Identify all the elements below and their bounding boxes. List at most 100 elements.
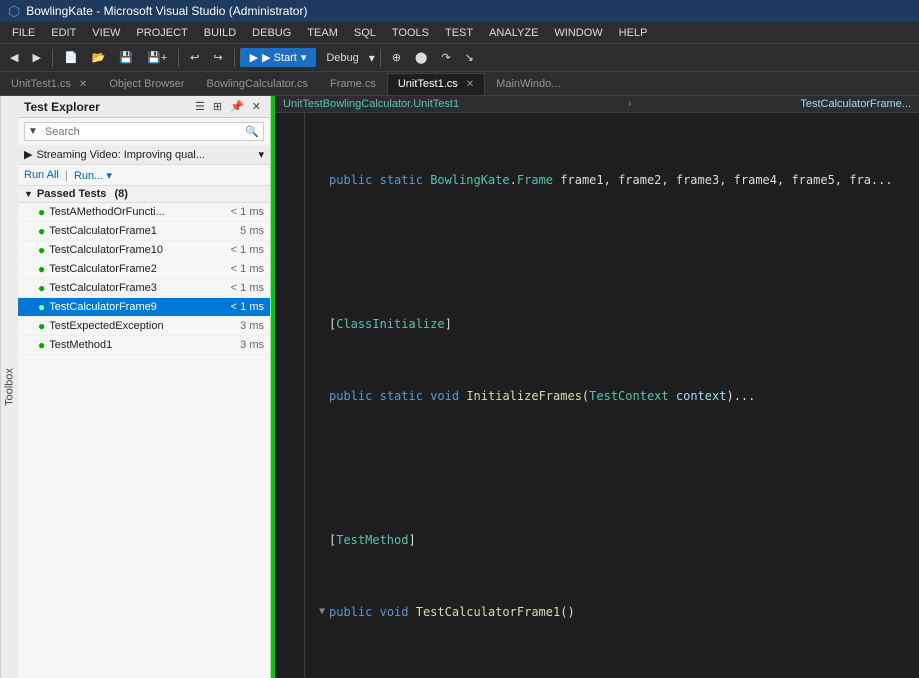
- toolbox-tab[interactable]: Toolbox: [0, 96, 18, 678]
- gutter-class[interactable]: [315, 315, 329, 333]
- step-over-button[interactable]: ↷: [435, 49, 456, 66]
- test-time-4: < 1 ms: [231, 282, 264, 294]
- test-item-1[interactable]: ● TestCalculatorFrame1 5 ms: [18, 222, 270, 241]
- test-time-7: 3 ms: [240, 339, 264, 351]
- passed-tests-header[interactable]: ▼ Passed Tests (8): [18, 186, 270, 203]
- redo-button[interactable]: ↪: [207, 49, 228, 66]
- te-group-btn[interactable]: ⊞: [210, 99, 225, 114]
- pass-icon-1: ●: [38, 224, 45, 238]
- title-text: BowlingKate - Microsoft Visual Studio (A…: [26, 4, 307, 18]
- test-explorer-toolbar-buttons: ☰ ⊞ 📌 ✕: [192, 99, 264, 114]
- passed-tests-group: ▼ Passed Tests (8) ● TestAMethodOrFuncti…: [18, 186, 270, 355]
- test-item-4[interactable]: ● TestCalculatorFrame3 < 1 ms: [18, 279, 270, 298]
- gutter-initframes[interactable]: [315, 387, 329, 405]
- menu-file[interactable]: FILE: [4, 25, 43, 41]
- test-explorer-panel: Test Explorer ☰ ⊞ 📌 ✕ ▼ 🔍 ▶ Streaming Vi…: [18, 96, 271, 678]
- run-dropdown-icon: ▾: [106, 170, 112, 182]
- group-count: (8): [114, 188, 127, 200]
- code-line-init-frames: public static void InitializeFrames(Test…: [315, 387, 919, 405]
- start-button[interactable]: ▶ ▶ Start ▾: [240, 48, 317, 67]
- test-item-0[interactable]: ● TestAMethodOrFuncti... < 1 ms: [18, 203, 270, 222]
- tab-mainwindow[interactable]: MainWindo...: [485, 73, 571, 95]
- pass-icon-3: ●: [38, 262, 45, 276]
- test-name-1: TestCalculatorFrame1: [49, 225, 157, 237]
- toolbar-separator-1: [52, 49, 53, 67]
- menu-window[interactable]: WINDOW: [546, 25, 610, 41]
- tab-unittest1-active-label: UnitTest1.cs: [398, 78, 458, 90]
- save-button[interactable]: 💾: [113, 49, 139, 66]
- menu-help[interactable]: HELP: [611, 25, 656, 41]
- tab-unittest1-first[interactable]: UnitTest1.cs ✕: [0, 73, 98, 95]
- menu-team[interactable]: TEAM: [299, 25, 346, 41]
- open-button[interactable]: 📂: [86, 49, 112, 66]
- te-close-btn[interactable]: ✕: [249, 99, 264, 114]
- breadcrumb-right: TestCalculatorFrame...: [800, 98, 911, 110]
- toolbar-separator-2: [178, 49, 179, 67]
- forward-button[interactable]: ▶: [26, 49, 46, 66]
- save-all-button[interactable]: 💾+: [141, 49, 173, 66]
- attach-button[interactable]: ⊕: [386, 49, 407, 66]
- step-in-button[interactable]: ↘: [459, 49, 480, 66]
- pass-icon-4: ●: [38, 281, 45, 295]
- test-time-3: < 1 ms: [231, 263, 264, 275]
- toolbox-label: Toolbox: [4, 368, 16, 406]
- test-name-7: TestMethod1: [49, 339, 112, 351]
- back-button[interactable]: ◀: [4, 49, 24, 66]
- menu-edit[interactable]: EDIT: [43, 25, 84, 41]
- tab-unittest1-active-close[interactable]: ✕: [466, 79, 474, 90]
- menu-analyze[interactable]: ANALYZE: [481, 25, 546, 41]
- test-time-1: 5 ms: [240, 225, 264, 237]
- gutter-tf1decl[interactable]: ▼: [315, 603, 329, 621]
- search-filter-icon[interactable]: ▼: [25, 125, 41, 138]
- breadcrumb-bar: UnitTestBowlingCalculator.UnitTest1 › Te…: [275, 96, 919, 113]
- run-link[interactable]: Run... ▾: [74, 169, 112, 182]
- tab-object-browser[interactable]: Object Browser: [98, 73, 195, 95]
- start-label: ▶ Start: [262, 51, 297, 64]
- vs-icon: ⬡: [8, 3, 20, 20]
- menu-build[interactable]: BUILD: [196, 25, 244, 41]
- breakpoint-button[interactable]: ⬤: [409, 49, 433, 66]
- code-content: public static BowlingKate.Frame frame1, …: [275, 113, 919, 678]
- te-filter-btn[interactable]: ☰: [192, 99, 208, 114]
- debug-dropdown-arrow[interactable]: ▾: [369, 51, 375, 65]
- tab-unittest1-first-close[interactable]: ✕: [79, 79, 87, 90]
- breadcrumb-arrow: ›: [628, 98, 632, 110]
- tab-frame[interactable]: Frame.cs: [319, 73, 387, 95]
- menu-debug[interactable]: DEBUG: [244, 25, 299, 41]
- test-explorer-title: Test Explorer: [24, 100, 100, 114]
- test-name-6: TestExpectedException: [49, 320, 163, 332]
- streaming-dropdown[interactable]: ▾: [258, 148, 264, 161]
- test-name-5: TestCalculatorFrame9: [49, 301, 157, 313]
- code-line-blank-2: [315, 459, 919, 477]
- code-line-class-init: [ClassInitialize]: [315, 315, 919, 333]
- run-all-link[interactable]: Run All: [24, 169, 59, 181]
- tab-object-browser-label: Object Browser: [109, 78, 184, 90]
- test-item-3[interactable]: ● TestCalculatorFrame2 < 1 ms: [18, 260, 270, 279]
- menu-project[interactable]: PROJECT: [128, 25, 195, 41]
- code-lines[interactable]: public static BowlingKate.Frame frame1, …: [305, 113, 919, 678]
- pass-icon-2: ●: [38, 243, 45, 257]
- test-item-5[interactable]: ● TestCalculatorFrame9 < 1 ms: [18, 298, 270, 317]
- menu-tools[interactable]: TOOLS: [384, 25, 437, 41]
- test-item-6[interactable]: ● TestExpectedException 3 ms: [18, 317, 270, 336]
- test-item-2[interactable]: ● TestCalculatorFrame10 < 1 ms: [18, 241, 270, 260]
- search-box: ▼ 🔍: [24, 122, 264, 141]
- undo-button[interactable]: ↩: [184, 49, 205, 66]
- te-pin-btn[interactable]: 📌: [227, 99, 247, 114]
- toolbar: ◀ ▶ 📄 📂 💾 💾+ ↩ ↪ ▶ ▶ Start ▾ Debug ▾ ⊕ ⬤…: [0, 44, 919, 72]
- streaming-item[interactable]: ▶ Streaming Video: Improving qual... ▾: [18, 145, 270, 165]
- tab-bowling-calculator[interactable]: BowlingCalculator.cs: [196, 73, 320, 95]
- gutter-tm1attr[interactable]: [315, 531, 329, 549]
- search-input[interactable]: [41, 124, 241, 140]
- title-bar: ⬡ BowlingKate - Microsoft Visual Studio …: [0, 0, 919, 22]
- menu-test[interactable]: TEST: [437, 25, 481, 41]
- new-project-button[interactable]: 📄: [58, 49, 84, 66]
- video-icon: ▶: [24, 148, 32, 161]
- menu-sql[interactable]: SQL: [346, 25, 384, 41]
- menu-view[interactable]: VIEW: [84, 25, 128, 41]
- run-separator: |: [65, 168, 68, 182]
- test-item-7[interactable]: ● TestMethod1 3 ms: [18, 336, 270, 355]
- gutter-1[interactable]: [315, 171, 329, 189]
- tab-unittest1-active[interactable]: UnitTest1.cs ✕: [387, 73, 485, 95]
- tab-mainwindow-label: MainWindo...: [496, 78, 560, 90]
